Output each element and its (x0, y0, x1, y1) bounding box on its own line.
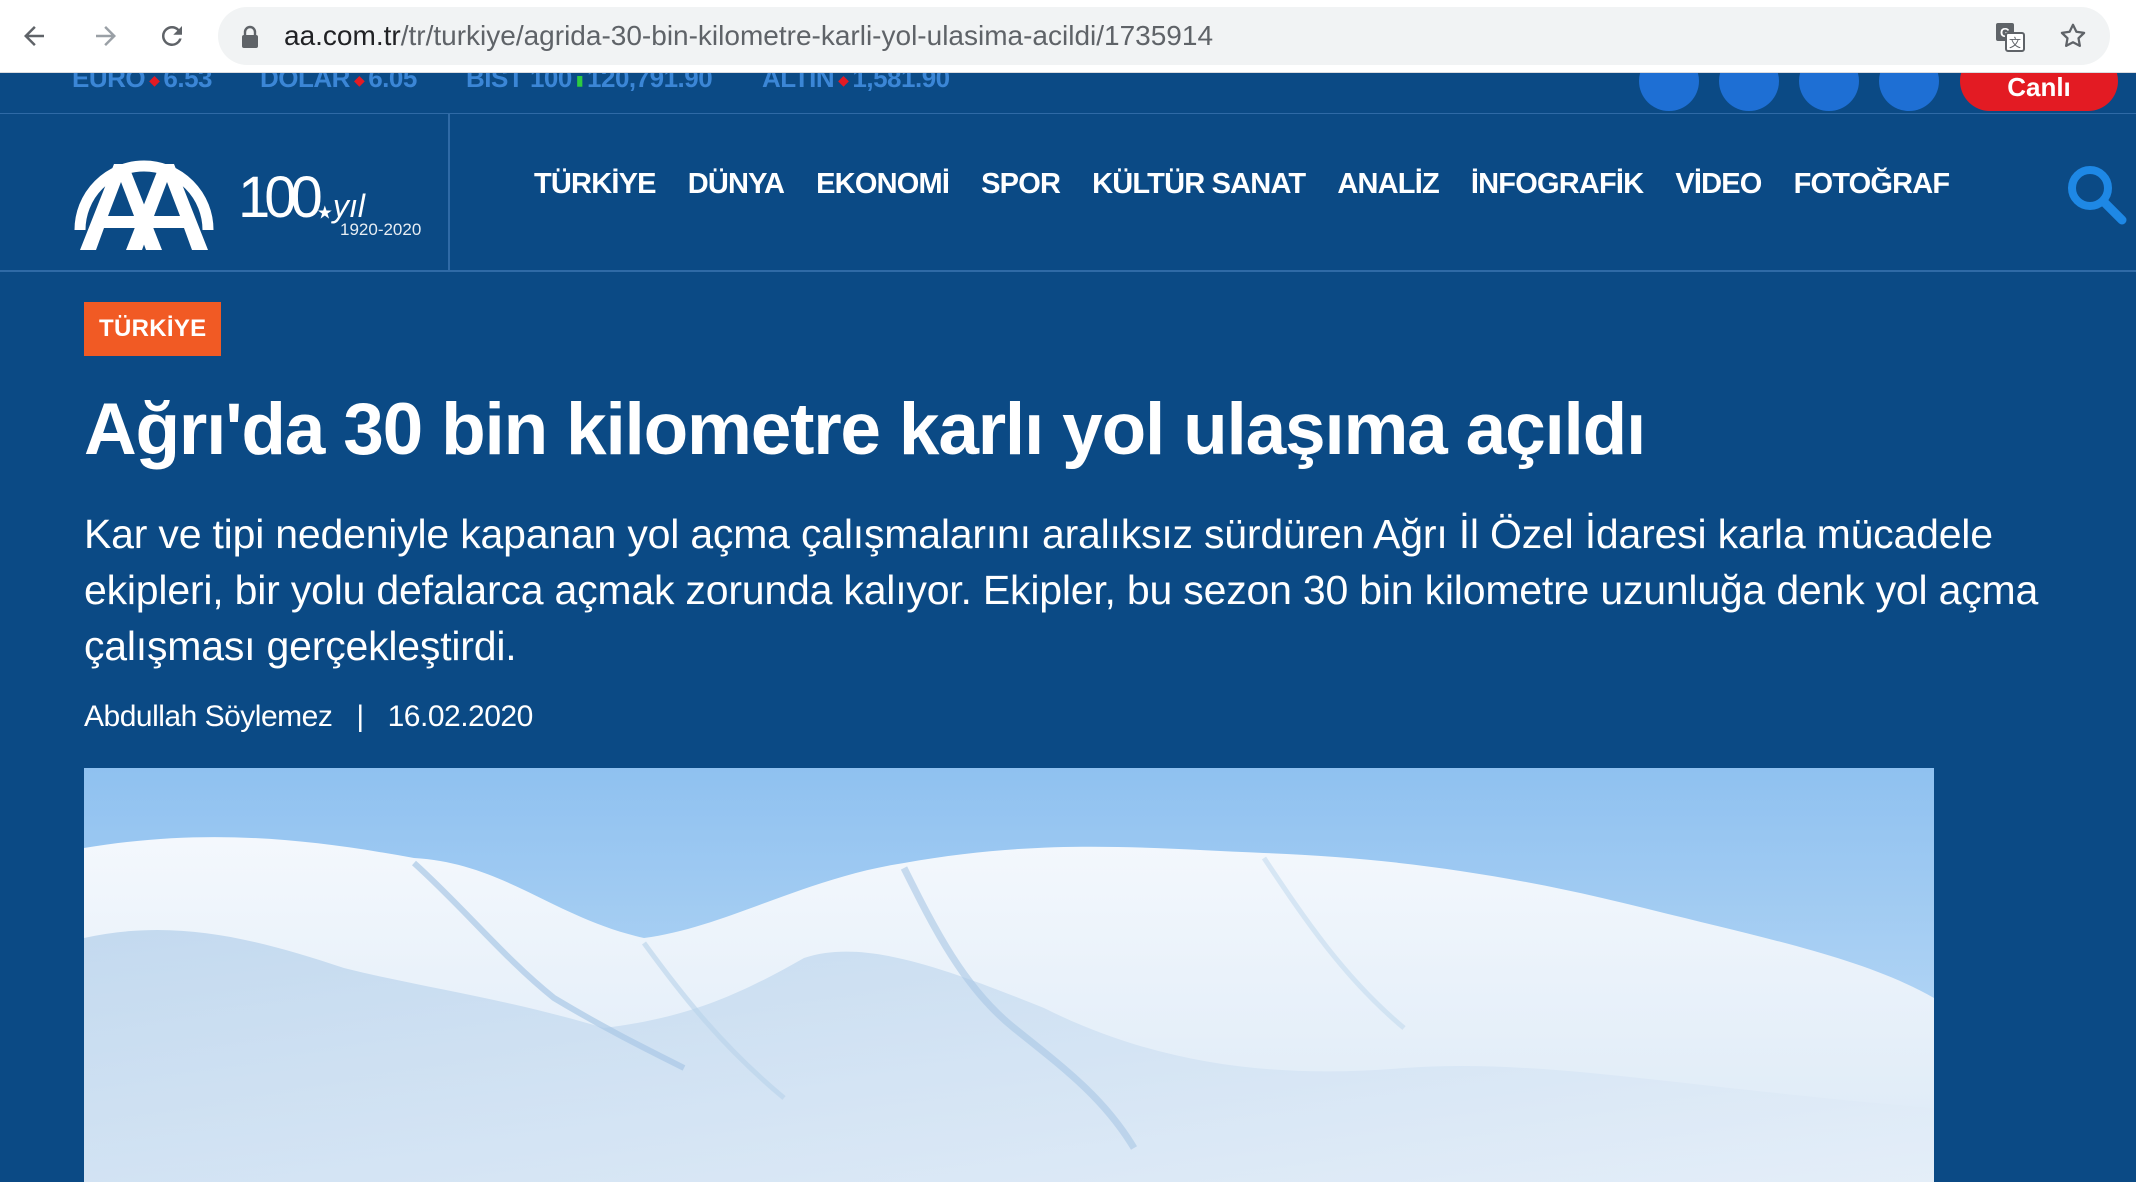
ticker-value: 6.53 (163, 73, 213, 93)
nav-item-fotograf[interactable]: FOTOĞRAF (1794, 168, 1951, 201)
ticker-label: DOLAR (260, 73, 350, 93)
live-button[interactable]: Canlı (1960, 73, 2118, 111)
search-icon[interactable] (2066, 164, 2128, 226)
star-icon[interactable] (2058, 21, 2088, 51)
article-headline: Ağrı'da 30 bin kilometre karlı yol ulaşı… (84, 389, 1646, 470)
forward-arrow-icon (96, 26, 116, 46)
ticker-item-euro[interactable]: EURO ◆ 6.53 (72, 73, 213, 94)
ticker-label: BIST 100 (466, 73, 572, 93)
facebook-icon[interactable] (1639, 73, 1699, 111)
url-domain: aa.com.tr (284, 20, 401, 51)
reload-button[interactable] (152, 16, 192, 56)
nav-item-video[interactable]: VİDEO (1675, 168, 1762, 201)
ticker-value: 6.05 (368, 73, 417, 93)
publish-date: 16.02.2020 (387, 700, 534, 733)
ticker-item-altin[interactable]: ALTIN ◆ 1,581.90 (762, 73, 950, 94)
category-badge[interactable]: TÜRKİYE (84, 302, 222, 356)
star-crescent-icon: ★ (316, 202, 333, 223)
youtube-icon[interactable] (1799, 73, 1859, 111)
nav-item-kultur-sanat[interactable]: KÜLTÜR SANAT (1092, 168, 1306, 201)
ticker-item-dolar[interactable]: DOLAR ◆ 6.05 (260, 73, 417, 94)
ticker-label: EURO (72, 73, 146, 93)
svg-text:文: 文 (2009, 35, 2021, 50)
author-name[interactable]: Abdullah Söylemez (84, 700, 333, 733)
address-bar[interactable]: aa.com.tr/tr/turkiye/agrida-30-bin-kilom… (218, 7, 2110, 65)
nav-item-dunya[interactable]: DÜNYA (688, 168, 785, 201)
logo-divider (448, 114, 450, 270)
article-summary: Kar ve tipi nedeniyle kapanan yol açma ç… (84, 511, 2039, 669)
nav-item-infografik[interactable]: İNFOGRAFİK (1471, 168, 1644, 201)
nav-item-turkiye[interactable]: TÜRKİYE (534, 168, 656, 201)
back-arrow-icon (24, 26, 44, 46)
anniversary-years: 1920-2020 (340, 220, 422, 239)
market-ticker: EURO ◆ 6.53 DOLAR ◆ 6.05 BIST 100 ▮ 120,791.90… (0, 73, 2136, 114)
instagram-icon[interactable] (1879, 73, 1939, 111)
aa-logo[interactable]: AA (70, 132, 218, 254)
down-arrow-icon: ◆ (353, 73, 365, 88)
article-byline: Abdullah Söylemez | 16.02.2020 (84, 700, 533, 734)
ticker-label: ALTIN (762, 73, 835, 93)
twitter-icon[interactable] (1719, 73, 1779, 111)
forward-button[interactable] (86, 16, 126, 56)
up-arrow-icon: ▮ (575, 73, 584, 88)
anniversary-suffix: yıl (332, 188, 365, 224)
ticker-value: 120,791.90 (587, 73, 713, 93)
translate-icon[interactable]: G 文 (1994, 21, 2026, 53)
main-navigation: TÜRKİYE DÜNYA EKONOMİ SPOR KÜLTÜR SANAT … (534, 168, 1981, 201)
url-text: aa.com.tr/tr/turkiye/agrida-30-bin-kilom… (284, 20, 1213, 52)
down-arrow-icon: ◆ (149, 73, 160, 88)
browser-toolbar: aa.com.tr/tr/turkiye/agrida-30-bin-kilom… (0, 0, 2136, 73)
reload-icon (161, 25, 182, 46)
nav-item-spor[interactable]: SPOR (981, 168, 1061, 201)
url-path: /tr/turkiye/agrida-30-bin-kilometre-karl… (400, 20, 1214, 51)
anniversary-number: 100 (238, 165, 323, 230)
byline-separator: | (356, 700, 364, 733)
ticker-value: 1,581.90 (852, 73, 950, 93)
down-arrow-icon: ◆ (838, 73, 849, 88)
back-button[interactable] (14, 16, 54, 56)
nav-item-ekonomi[interactable]: EKONOMİ (816, 168, 950, 201)
nav-item-analiz[interactable]: ANALİZ (1337, 168, 1439, 201)
article-photo (84, 768, 1934, 1182)
ticker-item-bist[interactable]: BIST 100 ▮ 120,791.90 (466, 73, 713, 94)
lock-icon (242, 25, 258, 48)
site-header: AA 100★yıl 1920-2020 TÜRKİYE DÜNYA EKONO… (0, 114, 2136, 272)
snowy-mountain-image (84, 768, 1934, 1182)
